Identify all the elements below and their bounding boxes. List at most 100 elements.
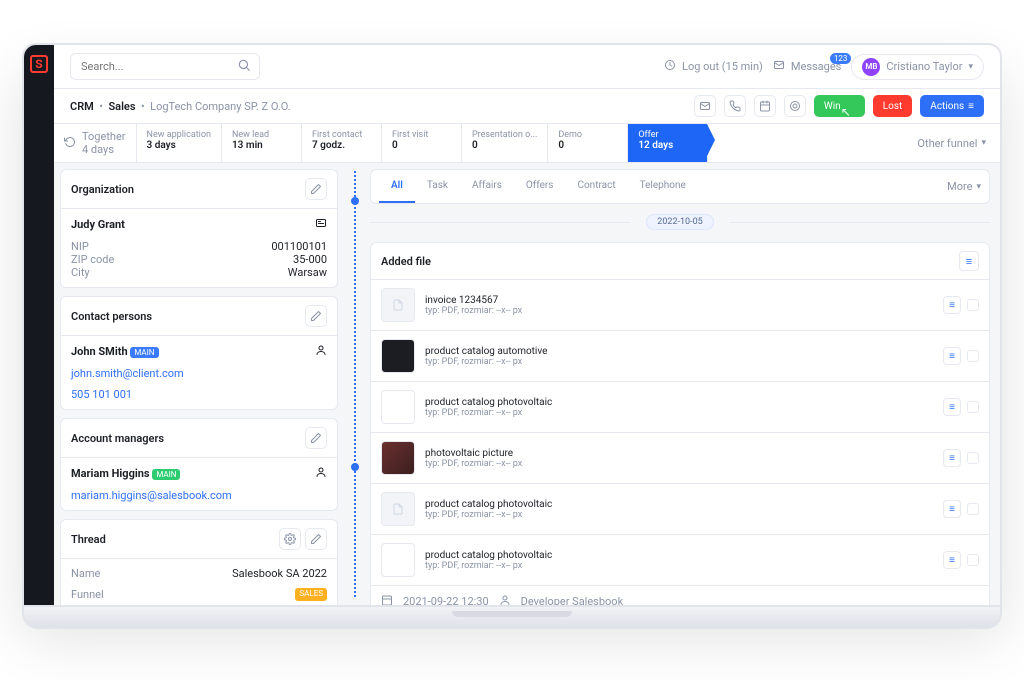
file-name: product catalog photovoltaic bbox=[425, 550, 552, 561]
file-meta: typ: PDF, rozmiar: --x-- px bbox=[425, 357, 547, 367]
breadcrumb: CRM • Sales • LogTech Company SP. Z O.O. bbox=[70, 100, 291, 113]
manager-email[interactable]: mariam.higgins@salesbook.com bbox=[71, 489, 327, 502]
file-menu-icon[interactable]: ≡ bbox=[943, 296, 961, 314]
file-row[interactable]: product catalog photovoltaictyp: PDF, ro… bbox=[371, 535, 989, 585]
nav-rail: S bbox=[24, 45, 54, 605]
file-row[interactable]: product catalog automotivetyp: PDF, rozm… bbox=[371, 331, 989, 382]
actions-menu-button[interactable]: Actions ≡ bbox=[920, 95, 984, 117]
file-name: product catalog photovoltaic bbox=[425, 397, 552, 408]
file-group: Added file ≡ invoice 1234567typ: PDF, ro… bbox=[370, 242, 990, 605]
messages-link[interactable]: Messages 123 bbox=[773, 59, 841, 74]
user-menu[interactable]: MB Cristiano Taylor ▾ bbox=[851, 54, 984, 80]
file-row[interactable]: product catalog photovoltaictyp: PDF, ro… bbox=[371, 484, 989, 535]
pipeline-total: Together4 days bbox=[54, 124, 137, 162]
timeline-date: 2022-10-05 bbox=[646, 214, 713, 230]
file-row[interactable]: invoice 1234567typ: PDF, rozmiar: --x-- … bbox=[371, 280, 989, 331]
user-icon[interactable] bbox=[315, 344, 327, 359]
org-field: NIP001100101 bbox=[71, 240, 327, 253]
file-checkbox[interactable] bbox=[967, 452, 979, 464]
contact-name: John SMith bbox=[71, 345, 128, 358]
file-thumb bbox=[381, 339, 415, 373]
file-menu-icon[interactable]: ≡ bbox=[943, 398, 961, 416]
file-meta: typ: PDF, rozmiar: --x-- px bbox=[425, 459, 522, 469]
history-icon bbox=[64, 136, 76, 151]
organization-title: Organization bbox=[71, 183, 134, 196]
pipeline-stage[interactable]: Offer12 days bbox=[628, 124, 708, 162]
left-column: Organization Judy Grant NIP001100101ZIP … bbox=[54, 163, 344, 605]
group-menu-icon[interactable]: ≡ bbox=[959, 251, 979, 271]
file-group-title: Added file bbox=[381, 255, 431, 268]
tab-all[interactable]: All bbox=[379, 170, 415, 203]
mail-icon bbox=[773, 59, 785, 74]
thread-card: Thread NameSalesbook SA 2022 FunnelSALES… bbox=[60, 519, 338, 605]
pipeline-stage[interactable]: Demo0 bbox=[548, 124, 628, 162]
file-name: product catalog photovoltaic bbox=[425, 499, 552, 510]
subbar: CRM • Sales • LogTech Company SP. Z O.O.… bbox=[54, 89, 1000, 124]
pipeline-stage[interactable]: Presentation o...0 bbox=[462, 124, 548, 162]
file-checkbox[interactable] bbox=[967, 554, 979, 566]
target-action-icon[interactable] bbox=[784, 95, 806, 117]
file-name: invoice 1234567 bbox=[425, 295, 522, 306]
gear-icon[interactable] bbox=[279, 528, 301, 550]
chevron-down-icon: ▾ bbox=[968, 62, 973, 72]
contact-phone[interactable]: 505 101 001 bbox=[71, 388, 327, 401]
tab-telephone[interactable]: Telephone bbox=[628, 170, 698, 203]
file-meta: typ: PDF, rozmiar: --x-- px bbox=[425, 510, 552, 520]
file-name: product catalog automotive bbox=[425, 346, 547, 357]
search-input[interactable] bbox=[79, 59, 237, 74]
file-menu-icon[interactable]: ≡ bbox=[943, 551, 961, 569]
thread-funnel-label: Funnel bbox=[71, 588, 104, 601]
edit-icon[interactable] bbox=[305, 427, 327, 449]
search-box[interactable] bbox=[70, 53, 260, 80]
app-logo: S bbox=[30, 55, 48, 73]
tab-affairs[interactable]: Affairs bbox=[460, 170, 514, 203]
file-thumb bbox=[381, 390, 415, 424]
logout-link[interactable]: Log out (15 min) bbox=[664, 59, 763, 74]
user-name: Cristiano Taylor bbox=[886, 60, 962, 73]
footer-date: 2021-09-22 12:30 bbox=[403, 595, 489, 605]
edit-icon[interactable] bbox=[305, 528, 327, 550]
file-row[interactable]: product catalog photovoltaictyp: PDF, ro… bbox=[371, 382, 989, 433]
user-icon[interactable] bbox=[315, 466, 327, 481]
pipeline-stage[interactable]: New lead13 min bbox=[222, 124, 302, 162]
file-thumb bbox=[381, 288, 415, 322]
file-menu-icon[interactable]: ≡ bbox=[943, 347, 961, 365]
edit-icon[interactable] bbox=[305, 178, 327, 200]
file-checkbox[interactable] bbox=[967, 503, 979, 515]
file-checkbox[interactable] bbox=[967, 299, 979, 311]
timeline-dot bbox=[351, 197, 359, 205]
tabs-more[interactable]: More▾ bbox=[947, 180, 981, 193]
pipeline-stage[interactable]: New application3 days bbox=[137, 124, 222, 162]
file-checkbox[interactable] bbox=[967, 350, 979, 362]
contact-email[interactable]: john.smith@client.com bbox=[71, 367, 327, 380]
organization-name: Judy Grant bbox=[71, 218, 125, 231]
file-checkbox[interactable] bbox=[967, 401, 979, 413]
search-icon bbox=[237, 58, 251, 75]
avatar: MB bbox=[862, 58, 880, 76]
sales-badge: SALES bbox=[295, 588, 327, 601]
file-menu-icon[interactable]: ≡ bbox=[943, 449, 961, 467]
tab-offers[interactable]: Offers bbox=[514, 170, 566, 203]
main-badge: MAIN bbox=[130, 347, 158, 358]
file-thumb bbox=[381, 492, 415, 526]
chevron-down-icon: ▾ bbox=[976, 182, 981, 192]
edit-icon[interactable] bbox=[305, 305, 327, 327]
tab-contract[interactable]: Contract bbox=[565, 170, 627, 203]
timeline-dot bbox=[351, 463, 359, 471]
pipeline-stage[interactable]: First contact7 godz. bbox=[302, 124, 382, 162]
file-menu-icon[interactable]: ≡ bbox=[943, 500, 961, 518]
card-icon[interactable] bbox=[315, 217, 327, 232]
tab-task[interactable]: Task bbox=[415, 170, 460, 203]
mail-action-icon[interactable] bbox=[694, 95, 716, 117]
lost-button[interactable]: Lost bbox=[873, 95, 913, 117]
file-row[interactable]: photovoltaic picturetyp: PDF, rozmiar: -… bbox=[371, 433, 989, 484]
contacts-card: Contact persons John SMith MAIN john.smi… bbox=[60, 296, 338, 410]
file-meta: typ: PDF, rozmiar: --x-- px bbox=[425, 306, 522, 316]
funnel-selector[interactable]: Other funnel▾ bbox=[903, 124, 1000, 162]
phone-action-icon[interactable] bbox=[724, 95, 746, 117]
pipeline-stage[interactable]: First visit0 bbox=[382, 124, 462, 162]
win-button[interactable]: Win↖ bbox=[814, 95, 865, 117]
org-field: ZIP code35-000 bbox=[71, 253, 327, 266]
calendar-action-icon[interactable] bbox=[754, 95, 776, 117]
activity-tabs: AllTaskAffairsOffersContractTelephone Mo… bbox=[370, 169, 990, 204]
